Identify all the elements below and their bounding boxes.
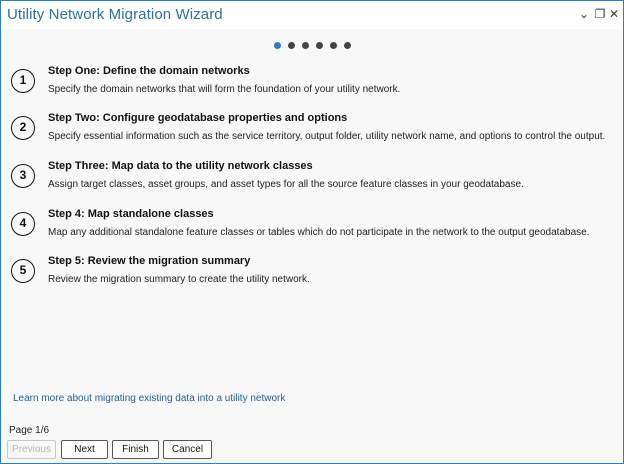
step-description: Specify essential information such as th… xyxy=(48,131,606,142)
close-icon[interactable]: ✕ xyxy=(607,6,621,22)
step-title: Step 4: Map standalone classes xyxy=(48,208,214,220)
page-dot-4[interactable] xyxy=(316,42,323,49)
step-5: 5 Step 5: Review the migration summary R… xyxy=(11,255,611,295)
learn-more-link[interactable]: Learn more about migrating existing data… xyxy=(13,393,285,404)
finish-button[interactable]: Finish xyxy=(112,440,159,459)
step-number-badge: 5 xyxy=(11,259,35,283)
previous-button[interactable]: Previous xyxy=(7,440,56,459)
restore-icon[interactable]: ❐ xyxy=(593,6,607,22)
page-dot-6[interactable] xyxy=(344,42,351,49)
step-title: Step One: Define the domain networks xyxy=(48,65,250,77)
step-2: 2 Step Two: Configure geodatabase proper… xyxy=(11,112,611,152)
page-dot-5[interactable] xyxy=(330,42,337,49)
title-bar: Utility Network Migration Wizard ⌄ ❐ ✕ xyxy=(1,1,623,29)
step-description: Specify the domain networks that will fo… xyxy=(48,84,401,95)
page-dot-2[interactable] xyxy=(288,42,295,49)
step-1: 1 Step One: Define the domain networks S… xyxy=(11,65,611,105)
step-number-badge: 3 xyxy=(11,164,35,188)
step-description: Map any additional standalone feature cl… xyxy=(48,227,590,238)
page-label: Page 1/6 xyxy=(9,425,50,436)
wizard-window: Utility Network Migration Wizard ⌄ ❐ ✕ 1… xyxy=(0,0,624,464)
step-3: 3 Step Three: Map data to the utility ne… xyxy=(11,160,611,200)
step-number-badge: 1 xyxy=(11,69,35,93)
window-title: Utility Network Migration Wizard xyxy=(7,6,223,23)
step-number-badge: 4 xyxy=(11,212,35,236)
next-button[interactable]: Next xyxy=(61,440,108,459)
step-title: Step 5: Review the migration summary xyxy=(48,255,251,267)
page-dot-3[interactable] xyxy=(302,42,309,49)
cancel-button[interactable]: Cancel xyxy=(163,440,212,459)
step-description: Review the migration summary to create t… xyxy=(48,274,310,285)
step-title: Step Two: Configure geodatabase properti… xyxy=(48,112,348,124)
step-title: Step Three: Map data to the utility netw… xyxy=(48,160,313,172)
chevron-down-icon[interactable]: ⌄ xyxy=(577,6,591,22)
step-4: 4 Step 4: Map standalone classes Map any… xyxy=(11,208,611,248)
step-number-badge: 2 xyxy=(11,116,35,140)
step-description: Assign target classes, asset groups, and… xyxy=(48,179,524,190)
page-dot-1[interactable] xyxy=(274,42,281,49)
